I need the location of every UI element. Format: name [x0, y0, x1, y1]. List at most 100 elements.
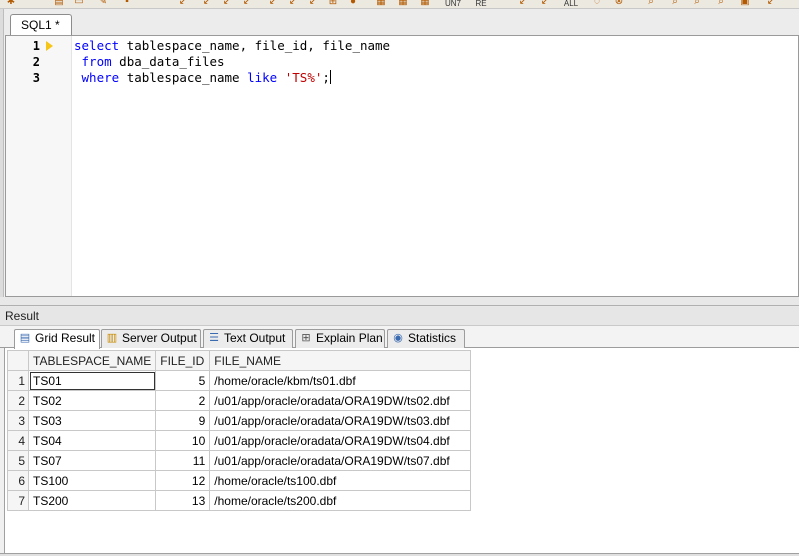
folder-icon[interactable]: ▭: [72, 0, 86, 8]
tab-sql1[interactable]: SQL1 *: [10, 14, 72, 36]
tab-label: Grid Result: [35, 331, 96, 345]
zoom-icon[interactable]: ⌕: [644, 0, 658, 8]
plan-icon: ⊞: [301, 332, 311, 344]
comment-icon[interactable]: ◌: [590, 0, 604, 8]
cell-file-id[interactable]: 12: [155, 470, 211, 491]
arrow-icon[interactable]: ↙: [306, 0, 320, 8]
db-icon[interactable]: ▦: [418, 0, 432, 8]
db-icon[interactable]: ▦: [396, 0, 410, 8]
table-row[interactable]: 2 TS02 2/u01/app/oracle/oradata/ORA19DW/ts…: [7, 390, 472, 411]
open-icon[interactable]: ▤: [52, 0, 66, 8]
result-grid-area: TABLESPACE_NAME FILE_ID FILE_NAME 1 TS01 5…: [4, 348, 799, 553]
sql-text: tablespace_name: [119, 70, 248, 85]
format-icon[interactable]: ▣: [738, 0, 752, 8]
add-icon[interactable]: ⊞: [326, 0, 340, 8]
arrow-icon[interactable]: ↙: [176, 0, 190, 8]
row-number[interactable]: 5: [7, 450, 29, 471]
row-number[interactable]: 3: [7, 410, 29, 431]
zoom-icon[interactable]: ⌕: [668, 0, 682, 8]
row-number[interactable]: 4: [7, 430, 29, 451]
arrow-icon[interactable]: ↙: [764, 0, 778, 8]
zoom-icon[interactable]: ⌕: [714, 0, 728, 8]
tab-label: Server Output: [122, 331, 197, 345]
edit-icon[interactable]: ✎: [96, 0, 110, 8]
sql-keyword: like: [247, 70, 278, 85]
row-number-header[interactable]: [7, 350, 29, 371]
db-icon[interactable]: ▦: [374, 0, 388, 8]
cell-tablespace-name[interactable]: TS03: [27, 410, 157, 431]
arrow-icon[interactable]: ↙: [516, 0, 530, 8]
line-number: 1: [32, 39, 40, 53]
row-number[interactable]: 6: [7, 470, 29, 491]
cell-tablespace-name[interactable]: TS04: [27, 430, 157, 451]
cell-file-id[interactable]: 2: [155, 390, 211, 411]
table-row[interactable]: 7 TS200 13/home/oracle/ts200.dbf: [7, 490, 472, 511]
arrow-icon[interactable]: ↙: [286, 0, 300, 8]
cell-file-id[interactable]: 5: [155, 370, 211, 391]
line-number: 2: [32, 55, 40, 69]
table-row[interactable]: 1 TS01 5/home/oracle/kbm/ts01.dbf: [7, 370, 472, 391]
cell-file-name[interactable]: /u01/app/oracle/oradata/ORA19DW/ts07.dbf: [209, 450, 472, 471]
cell-tablespace-name[interactable]: TS07: [27, 450, 157, 471]
table-row[interactable]: 4 TS04 10/u01/app/oracle/oradata/ORA19DW/t…: [7, 430, 472, 451]
sql-editor[interactable]: 1 2 3 select tablespace_name, file_id, f…: [5, 35, 799, 297]
database-icon: ▥: [106, 332, 118, 344]
sql-string: 'TS%': [284, 70, 323, 85]
arrow-icon[interactable]: ↙: [200, 0, 214, 8]
cell-tablespace-name[interactable]: TS100: [27, 470, 157, 491]
stop-icon[interactable]: ●: [346, 0, 360, 8]
column-header-file-name[interactable]: FILE_NAME: [209, 350, 472, 371]
sql-text: ;: [322, 70, 330, 85]
table-row[interactable]: 5 TS07 11/u01/app/oracle/oradata/ORA19DW/t…: [7, 450, 472, 471]
row-number[interactable]: 2: [7, 390, 29, 411]
column-header-tablespace-name[interactable]: TABLESPACE_NAME: [27, 350, 157, 371]
code-line-1[interactable]: select tablespace_name, file_id, file_na…: [74, 38, 390, 54]
cell-file-id[interactable]: 11: [155, 450, 211, 471]
cell-file-name[interactable]: /u01/app/oracle/oradata/ORA19DW/ts04.dbf: [209, 430, 472, 451]
close-icon[interactable]: ⊗: [612, 0, 626, 8]
toolbar-label[interactable]: UN7: [442, 0, 464, 8]
arrow-icon[interactable]: ↙: [538, 0, 552, 8]
sql-keyword: select: [74, 38, 120, 53]
cell-file-name[interactable]: /home/oracle/kbm/ts01.dbf: [209, 370, 472, 391]
table-row[interactable]: 6 TS100 12/home/oracle/ts100.dbf: [7, 470, 472, 491]
save-icon[interactable]: ▪: [120, 0, 134, 8]
tab-server-output[interactable]: ▥ Server Output: [101, 329, 201, 348]
left-splitter[interactable]: [0, 9, 4, 305]
cell-file-id[interactable]: 9: [155, 410, 211, 431]
editor-tab-strip: [0, 9, 799, 36]
cell-file-id[interactable]: 10: [155, 430, 211, 451]
cell-file-name[interactable]: /u01/app/oracle/oradata/ORA19DW/ts02.dbf: [209, 390, 472, 411]
cell-file-name[interactable]: /u01/app/oracle/oradata/ORA19DW/ts03.dbf: [209, 410, 472, 431]
zoom-icon[interactable]: ⌕: [690, 0, 704, 8]
arrow-icon[interactable]: ↙: [240, 0, 254, 8]
arrow-icon[interactable]: ↙: [220, 0, 234, 8]
tab-statistics[interactable]: ◉ Statistics: [387, 329, 465, 348]
row-number[interactable]: 1: [7, 370, 29, 391]
debug-icon[interactable]: ✱: [4, 0, 18, 8]
cell-tablespace-name[interactable]: TS200: [27, 490, 157, 511]
splitter-divider: [0, 305, 799, 306]
code-line-2[interactable]: from dba_data_files: [74, 54, 225, 70]
column-header-file-id[interactable]: FILE_ID: [155, 350, 211, 371]
sql-keyword: where: [81, 70, 120, 85]
tab-explain-plan[interactable]: ⊞ Explain Plan: [295, 329, 385, 348]
toolbar-label[interactable]: ALL: [560, 0, 582, 8]
cell-file-id[interactable]: 13: [155, 490, 211, 511]
table-row[interactable]: 3 TS03 9/u01/app/oracle/oradata/ORA19DW/ts…: [7, 410, 472, 431]
row-number[interactable]: 7: [7, 490, 29, 511]
tab-text-output[interactable]: ☰ Text Output: [203, 329, 293, 348]
cell-file-name[interactable]: /home/oracle/ts200.dbf: [209, 490, 472, 511]
code-line-3[interactable]: where tablespace_name like 'TS%';: [74, 70, 331, 86]
text-cursor: [329, 70, 331, 84]
arrow-icon[interactable]: ↙: [266, 0, 280, 8]
cell-tablespace-name[interactable]: TS02: [27, 390, 157, 411]
cell-file-name[interactable]: /home/oracle/ts100.dbf: [209, 470, 472, 491]
toolbar-label[interactable]: RE: [470, 0, 492, 8]
cell-tablespace-name[interactable]: TS01: [27, 370, 157, 391]
tab-grid-result[interactable]: ▤ Grid Result: [14, 329, 100, 349]
line-number: 3: [32, 71, 40, 85]
grid-header-row: TABLESPACE_NAME FILE_ID FILE_NAME: [7, 350, 472, 371]
